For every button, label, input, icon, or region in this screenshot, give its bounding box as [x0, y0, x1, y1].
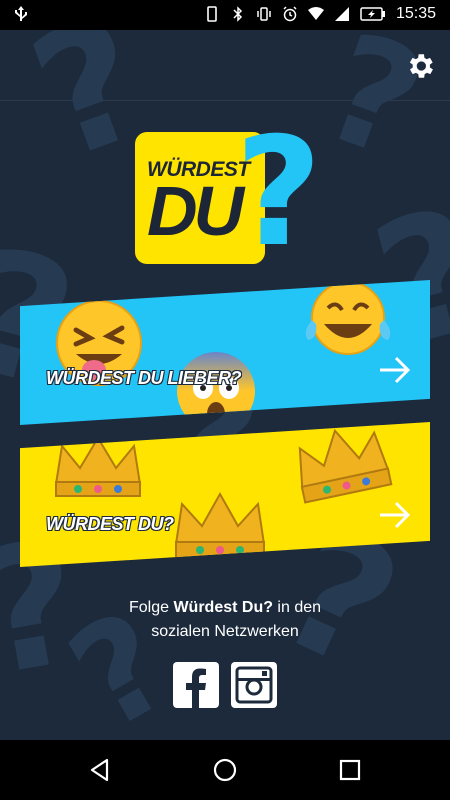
- alarm-icon: [283, 6, 297, 22]
- wifi-icon: [307, 7, 324, 20]
- facebook-icon[interactable]: [173, 662, 219, 708]
- crown-icon: [298, 428, 393, 504]
- logo-question-mark: ?: [235, 106, 323, 280]
- arrow-right-icon: [380, 501, 411, 529]
- signal-icon: [334, 7, 349, 21]
- status-time: 15:35: [395, 5, 436, 22]
- recents-icon[interactable]: [337, 757, 363, 783]
- crown-icon: [54, 436, 142, 497]
- banner-label-would-you: WÜRDEST DU?: [46, 514, 174, 534]
- vibrate-icon: [257, 7, 271, 21]
- status-bar: 15:35: [0, 0, 450, 30]
- social-links: [173, 662, 277, 708]
- logo-word-2: DU: [147, 172, 244, 250]
- battery-icon: [360, 7, 385, 21]
- crown-icon: [174, 491, 266, 559]
- header-divider: [0, 100, 450, 101]
- follow-suffix: in den: [272, 599, 322, 616]
- arrow-right-icon: [380, 356, 411, 384]
- app-logo: WÜRDEST DU ?: [135, 118, 335, 270]
- home-icon[interactable]: [212, 757, 238, 783]
- instagram-icon[interactable]: [231, 662, 277, 708]
- back-icon[interactable]: [87, 757, 113, 783]
- banner-label-would-you-rather: WÜRDEST DU LIEBER?: [46, 368, 242, 388]
- settings-icon[interactable]: [404, 50, 436, 82]
- follow-prefix: Folge: [128, 599, 174, 616]
- navigation-bar: [0, 740, 450, 800]
- follow-brand: Würdest Du?: [173, 599, 273, 616]
- follow-text: Folge Würdest Du? in den sozialen Netzwe…: [0, 596, 450, 644]
- follow-line-2: sozialen Netzwerken: [151, 623, 299, 640]
- would-you-rather-button[interactable]: WÜRDEST DU LIEBER?: [20, 280, 430, 425]
- bluetooth-icon: [233, 6, 243, 22]
- tears-of-joy-emoji: [305, 281, 391, 355]
- app-screen: ? ? ? ? ? ? ? ? WÜRDEST DU ?: [0, 30, 450, 740]
- usb-icon: [14, 6, 28, 29]
- phone-icon: [207, 6, 217, 22]
